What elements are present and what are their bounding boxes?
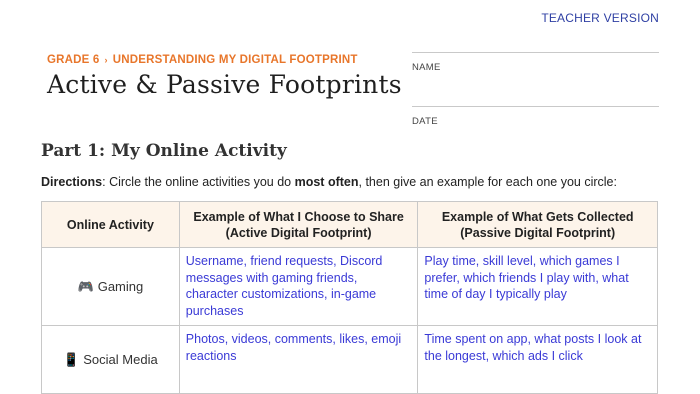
activity-label: Gaming (97, 278, 144, 294)
passive-example-cell[interactable]: Time spent on app, what posts I look at … (417, 325, 658, 394)
directions-text-1: : Circle the online activities you do (102, 175, 295, 189)
directions-text: Directions: Circle the online activities… (41, 175, 617, 189)
phone-icon: 📱 (63, 351, 80, 367)
section-title: Part 1: My Online Activity (41, 141, 287, 161)
header-active-line1: Example of What I Choose to Share (193, 209, 404, 224)
gamepad-icon: 🎮 (77, 278, 94, 294)
student-fields: NAME DATE (412, 52, 659, 127)
teacher-version-label: TEACHER VERSION (541, 11, 659, 25)
activity-cell-social-media[interactable]: 📱 Social Media (41, 325, 180, 394)
passive-example-cell[interactable]: Play time, skill level, which games I pr… (417, 247, 658, 326)
directions-emphasis: most often (294, 175, 359, 189)
directions-text-2: , then give an example for each one you … (358, 175, 617, 189)
header-passive-line1: Example of What Gets Collected (441, 209, 634, 224)
name-field-label: NAME (412, 62, 441, 73)
worksheet-header: GRADE 6 › UNDERSTANDING MY DIGITAL FOOTP… (47, 54, 402, 99)
activities-table: Online Activity Example of What I Choose… (41, 201, 658, 394)
table-row: 🎮 Gaming Username, friend requests, Disco… (41, 247, 658, 326)
table-header-row: Online Activity Example of What I Choose… (41, 201, 658, 248)
table-row: 📱 Social Media Photos, videos, comments, … (41, 325, 658, 394)
chevron-right-icon: › (104, 55, 108, 65)
activity-label: Social Media (83, 351, 158, 367)
directions-label: Directions (41, 175, 103, 189)
header-active-footprint: Example of What I Choose to Share (Activ… (178, 201, 419, 248)
header-online-activity: Online Activity (41, 201, 180, 248)
date-field-label: DATE (412, 116, 438, 127)
breadcrumb: GRADE 6 › UNDERSTANDING MY DIGITAL FOOTP… (47, 54, 402, 66)
unit-label: UNDERSTANDING MY DIGITAL FOOTPRINT (112, 54, 358, 66)
active-example-cell[interactable]: Photos, videos, comments, likes, emoji r… (178, 325, 419, 394)
grade-label: GRADE 6 (47, 54, 100, 66)
header-passive-line2: (Passive Digital Footprint) (460, 225, 616, 240)
header-active-line2: (Active Digital Footprint) (225, 225, 372, 240)
page-title: Active & Passive Footprints (47, 70, 402, 99)
active-example-cell[interactable]: Username, friend requests, Discord messa… (178, 247, 419, 326)
header-passive-footprint: Example of What Gets Collected (Passive … (417, 201, 658, 248)
activity-cell-gaming[interactable]: 🎮 Gaming (41, 247, 180, 326)
